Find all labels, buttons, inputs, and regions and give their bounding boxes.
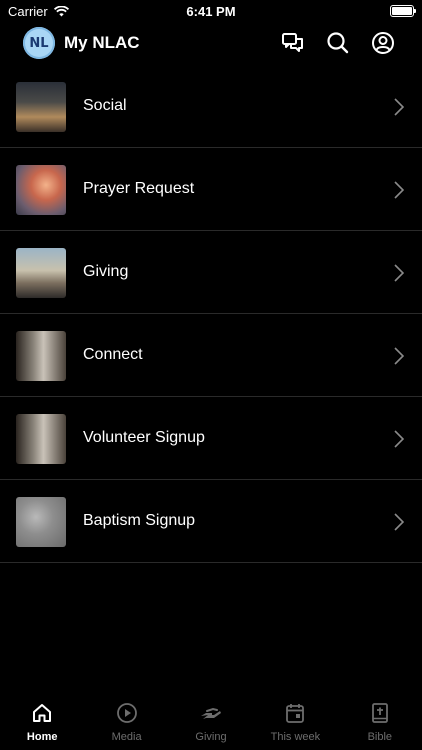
tab-label: Media bbox=[111, 731, 142, 743]
chevron-right-icon bbox=[394, 347, 404, 365]
chevron-right-icon bbox=[394, 513, 404, 531]
list-item-volunteer-signup[interactable]: Volunteer Signup bbox=[0, 397, 422, 480]
list-item-giving[interactable]: Giving bbox=[0, 231, 422, 314]
app-logo[interactable]: NL bbox=[23, 27, 55, 59]
list-item-baptism-signup[interactable]: Baptism Signup bbox=[0, 480, 422, 563]
thumbnail-image bbox=[16, 248, 66, 298]
list-item-label: Baptism Signup bbox=[83, 512, 196, 529]
list-item-label: Giving bbox=[83, 263, 129, 280]
list-item-label: Prayer Request bbox=[83, 180, 195, 197]
chevron-right-icon bbox=[394, 264, 404, 282]
tab-label: Home bbox=[26, 731, 58, 743]
list-item-label: Social bbox=[83, 97, 127, 114]
tab-media[interactable]: Media bbox=[84, 698, 168, 750]
search-icon[interactable] bbox=[325, 30, 351, 56]
app-header: NL My NLAC bbox=[0, 24, 422, 64]
home-icon bbox=[33, 704, 52, 722]
tab-bible[interactable]: Bible bbox=[338, 698, 422, 750]
tab-label: This week bbox=[270, 731, 321, 743]
tab-bar: Home Media Giving This week Bible bbox=[0, 698, 422, 750]
thumbnail-image bbox=[16, 331, 66, 381]
tab-home[interactable]: Home bbox=[0, 698, 84, 750]
page-title: My NLAC bbox=[64, 33, 140, 52]
chat-icon[interactable] bbox=[280, 30, 306, 56]
bible-icon bbox=[371, 703, 388, 723]
list-item-label: Volunteer Signup bbox=[83, 429, 205, 446]
menu-list: Social Prayer Request Giving Connect Vol… bbox=[0, 65, 422, 563]
profile-icon[interactable] bbox=[370, 30, 396, 56]
list-item-label: Connect bbox=[83, 346, 143, 363]
tab-this-week[interactable]: This week bbox=[253, 698, 337, 750]
chevron-right-icon bbox=[394, 181, 404, 199]
chevron-right-icon bbox=[394, 98, 404, 116]
list-item-social[interactable]: Social bbox=[0, 65, 422, 148]
tab-label: Bible bbox=[367, 731, 393, 743]
chevron-right-icon bbox=[394, 430, 404, 448]
thumbnail-image bbox=[16, 414, 66, 464]
tab-giving[interactable]: Giving bbox=[169, 698, 253, 750]
thumbnail-image bbox=[16, 82, 66, 132]
list-item-connect[interactable]: Connect bbox=[0, 314, 422, 397]
thumbnail-image bbox=[16, 497, 66, 547]
tab-label: Giving bbox=[195, 731, 227, 743]
giving-hand-icon bbox=[201, 707, 222, 719]
clock: 6:41 PM bbox=[186, 4, 236, 19]
play-icon bbox=[116, 703, 137, 723]
list-item-prayer-request[interactable]: Prayer Request bbox=[0, 148, 422, 231]
thumbnail-image bbox=[16, 165, 66, 215]
battery-icon bbox=[390, 5, 416, 17]
logo-text: NL bbox=[29, 35, 49, 51]
status-bar: Carrier 6:41 PM bbox=[0, 0, 422, 22]
calendar-icon bbox=[286, 704, 305, 723]
